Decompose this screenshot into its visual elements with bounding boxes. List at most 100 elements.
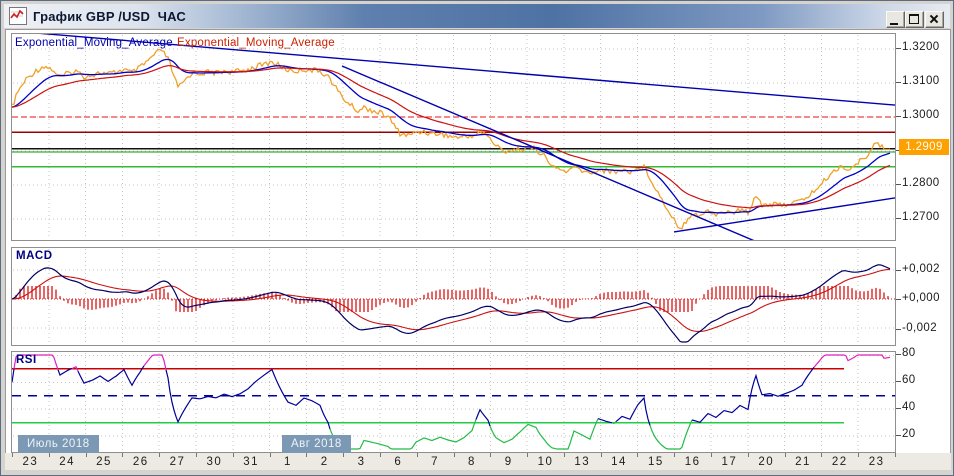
price-tick-label: 1.2800 <box>902 177 940 189</box>
day-label: 3 <box>344 456 380 468</box>
day-tick-mark <box>490 453 491 457</box>
chart-window: График GBP /USD ЧАС Exponential_Moving_A… <box>0 0 954 476</box>
day-tick-mark <box>196 453 197 457</box>
rsi-tick-label: 40 <box>902 401 916 413</box>
macd-panel[interactable] <box>11 247 896 346</box>
close-button[interactable] <box>925 11 944 28</box>
chart-icon <box>9 7 27 25</box>
ema-label-slow: Exponential_Moving_Average <box>177 37 335 49</box>
day-tick-mark <box>270 453 271 457</box>
day-label: 7 <box>417 456 453 468</box>
day-tick-mark <box>12 453 13 457</box>
day-label: 20 <box>748 456 784 468</box>
day-tick-mark <box>527 453 528 457</box>
macd-line <box>12 265 890 342</box>
day-tick-mark <box>86 453 87 457</box>
macd-signal-line <box>12 270 890 332</box>
rsi-tick-mark <box>896 435 901 436</box>
rsi-line-segment <box>692 367 814 422</box>
macd-label: MACD <box>16 250 53 262</box>
day-tick-mark <box>711 453 712 457</box>
macd-tick-label: -0,002 <box>902 322 937 334</box>
day-tick-mark <box>122 453 123 457</box>
day-tick-mark <box>49 453 50 457</box>
day-label: 22 <box>822 456 858 468</box>
title-bar[interactable]: График GBP /USD ЧАС <box>4 4 950 28</box>
rsi-tick-mark <box>896 408 901 409</box>
rsi-line-segment <box>814 355 890 367</box>
day-label: 26 <box>123 456 159 468</box>
day-tick-mark <box>858 453 859 457</box>
day-tick-mark <box>821 453 822 457</box>
day-tick-mark <box>454 453 455 457</box>
day-label: 2 <box>307 456 343 468</box>
day-tick-mark <box>564 453 565 457</box>
vertical-gridlines <box>49 249 858 344</box>
rsi-line-segment <box>144 355 166 370</box>
day-label: 10 <box>527 456 563 468</box>
day-label: 15 <box>638 456 674 468</box>
day-label: 21 <box>785 456 821 468</box>
rsi-tick-label: 60 <box>902 374 916 386</box>
day-label: 27 <box>160 456 196 468</box>
month-badge-august: Авг 2018 <box>282 435 351 453</box>
day-tick-mark <box>637 453 638 457</box>
day-label: 1 <box>270 456 306 468</box>
rsi-tick-label: 20 <box>902 428 916 440</box>
rsi-line-segment <box>12 369 14 383</box>
rsi-tick-label: 80 <box>902 347 916 359</box>
day-tick-mark <box>233 453 234 457</box>
day-tick-mark <box>785 453 786 457</box>
price-series <box>12 50 890 229</box>
macd-tick-label: +0,002 <box>902 263 940 275</box>
price-tick-mark <box>896 82 901 83</box>
price-chart-panel[interactable] <box>11 33 896 241</box>
month-badge-july: Июль 2018 <box>18 435 99 453</box>
price-tick-mark <box>896 184 901 185</box>
day-label: 24 <box>49 456 85 468</box>
current-price-badge: 1.2909 <box>899 139 949 155</box>
rsi-tick-mark <box>896 354 901 355</box>
day-label: 30 <box>196 456 232 468</box>
day-tick-mark <box>306 453 307 457</box>
day-label: 17 <box>711 456 747 468</box>
ema-label-fast: Exponential_Moving_Average <box>15 37 173 49</box>
price-tick-mark <box>896 116 901 117</box>
day-tick-mark <box>380 453 381 457</box>
minimize-icon <box>890 23 898 25</box>
day-label: 16 <box>675 456 711 468</box>
maximize-button[interactable] <box>905 11 924 28</box>
rsi-line-segment <box>166 370 330 429</box>
macd-tick-label: +0,000 <box>902 292 940 304</box>
day-label: 6 <box>380 456 416 468</box>
day-label: 25 <box>86 456 122 468</box>
day-tick-mark <box>159 453 160 457</box>
price-tick-label: 1.3000 <box>902 109 940 121</box>
rsi-tick-mark <box>896 381 901 382</box>
day-tick-mark <box>417 453 418 457</box>
rsi-line-segment <box>58 369 72 376</box>
day-label: 23 <box>12 456 48 468</box>
price-tick-label: 1.3100 <box>902 75 940 87</box>
maximize-icon <box>909 14 919 24</box>
day-tick-mark <box>343 453 344 457</box>
rsi-line-segment <box>330 420 476 450</box>
rsi-line-segment <box>476 410 490 426</box>
day-label: 9 <box>491 456 527 468</box>
day-label: 23 <box>859 456 895 468</box>
day-tick-mark <box>748 453 749 457</box>
rsi-panel[interactable] <box>11 351 896 453</box>
price-tick-mark <box>896 48 901 49</box>
minimize-button[interactable] <box>886 11 905 28</box>
day-tick-mark <box>674 453 675 457</box>
macd-tick-mark <box>896 299 901 300</box>
macd-tick-mark <box>896 329 901 330</box>
rsi-line-segment <box>650 420 692 449</box>
day-label: 31 <box>233 456 269 468</box>
rsi-line-segment <box>616 398 650 426</box>
price-tick-mark <box>896 218 901 219</box>
macd-tick-mark <box>896 270 901 271</box>
day-label: 14 <box>601 456 637 468</box>
price-tick-label: 1.3200 <box>902 41 940 53</box>
window-title: График GBP /USD ЧАС <box>33 9 186 24</box>
